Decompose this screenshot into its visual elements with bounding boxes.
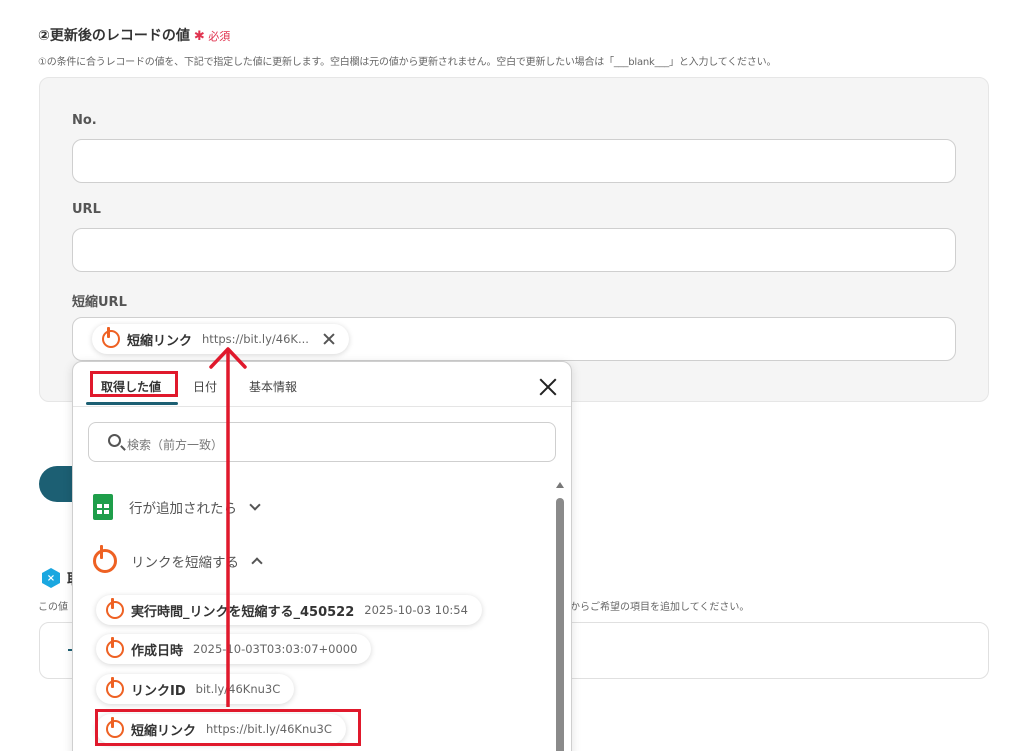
required-star: ✱ (193, 29, 205, 44)
group-label: 行が追加されたら (129, 501, 237, 517)
field-label-no: No. (72, 113, 97, 128)
chip-value: https://bit.ly/46K... (202, 332, 309, 346)
active-tab-underline (86, 402, 178, 405)
item-value: https://bit.ly/46Knu3C (206, 722, 332, 736)
item-label: 実行時間_リンクを短縮する_450522 (131, 604, 355, 620)
item-label: 作成日時 (131, 643, 184, 659)
bitly-icon (106, 717, 124, 738)
search-placeholder: 検索（前方一致） (127, 438, 224, 452)
list-item[interactable]: 短縮リンク https://bit.ly/46Knu3C (96, 714, 346, 744)
item-value: 2025-10-03 10:54 (364, 603, 468, 617)
field-label-short-url: 短縮URL (72, 295, 127, 310)
group-shorten-link[interactable]: リンクを短縮する (93, 545, 263, 576)
list-item[interactable]: リンクID bit.ly/46Knu3C (96, 674, 295, 704)
item-label: 短縮リンク (131, 723, 197, 739)
search-input[interactable]: 検索（前方一致） (88, 422, 556, 462)
next-section-desc-right: からご希望の項目を追加してください。 (570, 602, 750, 613)
section-title-text: ②更新後のレコードの値 (38, 28, 190, 44)
list-item[interactable]: 作成日時 2025-10-03T03:03:07+0000 (96, 634, 372, 664)
scroll-up-arrow-icon[interactable] (556, 482, 564, 488)
close-icon[interactable] (539, 378, 557, 396)
url-input[interactable] (72, 228, 956, 272)
item-value: bit.ly/46Knu3C (195, 682, 281, 696)
chevron-down-icon (249, 499, 261, 511)
bitly-icon (106, 598, 124, 619)
required-label: 必須 (208, 30, 231, 43)
scrollbar[interactable] (556, 482, 564, 751)
field-label-url: URL (72, 202, 101, 217)
chevron-up-icon (251, 557, 263, 569)
list-item[interactable]: 実行時間_リンクを短縮する_450522 2025-10-03 10:54 (96, 595, 482, 625)
short-url-token-chip[interactable]: 短縮リンク https://bit.ly/46K... (92, 324, 349, 354)
remove-chip-icon[interactable] (323, 333, 335, 345)
tab-acquired-values[interactable]: 取得した値 (101, 378, 161, 395)
bitly-icon (106, 637, 124, 658)
section-description: ①の条件に合うレコードの値を、下記で指定した値に更新します。空白欄は元の値から更… (38, 57, 777, 68)
bitly-icon (102, 327, 120, 348)
bitly-icon (106, 677, 124, 698)
bitly-icon (93, 545, 117, 573)
tab-basic-info[interactable]: 基本情報 (249, 378, 297, 395)
required-badge: ✱ 必須 (193, 29, 231, 44)
no-input[interactable] (72, 139, 956, 183)
next-section-icon: × (42, 568, 60, 588)
scroll-thumb[interactable] (556, 498, 564, 751)
value-picker-dropdown: 取得した値 日付 基本情報 検索（前方一致） 行が追加されたら リンクを短縮する… (72, 361, 572, 751)
group-label: リンクを短縮する (131, 555, 239, 571)
picker-tabs: 取得した値 日付 基本情報 (73, 362, 571, 407)
next-section-desc-left: この値 (38, 602, 68, 613)
item-value: 2025-10-03T03:03:07+0000 (193, 642, 358, 656)
search-icon (108, 434, 121, 447)
group-row-added[interactable]: 行が追加されたら (93, 492, 261, 522)
chip-label: 短縮リンク (127, 333, 193, 349)
google-sheets-icon (93, 494, 113, 520)
tab-date[interactable]: 日付 (193, 378, 217, 395)
section-title: ②更新後のレコードの値 ✱ 必須 (38, 25, 230, 45)
item-label: リンクID (131, 683, 186, 699)
